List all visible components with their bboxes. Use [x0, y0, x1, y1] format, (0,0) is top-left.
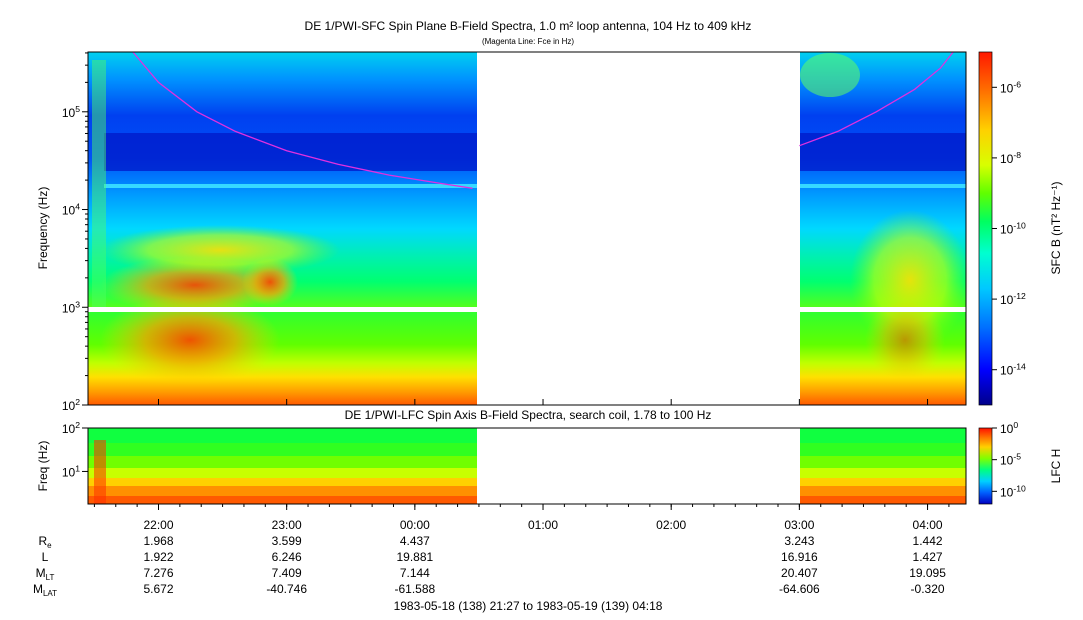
sfc-colorbar-tick-label: 10-12: [1000, 291, 1026, 307]
ephemeris-value: 3.599: [272, 534, 302, 548]
lfc-spectrogram: [87, 427, 967, 505]
sfc-y-tick-label: 104: [62, 202, 80, 218]
x-tick-label: 01:00: [528, 518, 558, 532]
lfc-colorbar-tick-label: 10-5: [1000, 452, 1021, 468]
sfc-y-tick-label: 105: [62, 104, 80, 120]
sfc-warm-region-left: [100, 225, 340, 275]
ephemeris-value: 1.922: [143, 550, 173, 564]
ephemeris-value: 16.916: [781, 550, 818, 564]
ephemeris-row-label: MLT: [36, 566, 55, 582]
ephemeris-value: 1.427: [913, 550, 943, 564]
ephemeris-value: 19.095: [909, 566, 946, 580]
ephemeris-row-label: Re: [38, 534, 52, 550]
x-tick-label: 00:00: [400, 518, 430, 532]
ephemeris-value: 5.672: [143, 582, 173, 596]
x-tick-label: 03:00: [784, 518, 814, 532]
ephemeris-value: 1.968: [143, 534, 173, 548]
ephemeris-value: 3.243: [784, 534, 814, 548]
sfc-y-axis: Frequency (Hz) 102 103 104 105: [36, 52, 88, 413]
sfc-colorbar-label: SFC B (nT² Hz⁻¹): [1049, 182, 1063, 275]
lfc-y-tick-label: 102: [62, 420, 80, 436]
ephemeris-value: -40.746: [266, 582, 307, 596]
sfc-colorbar: 10-6 10-8 10-10 10-12 10-14 SFC B (nT² Hz⁻¹): [978, 51, 1063, 406]
ephemeris-value: -0.320: [911, 582, 945, 596]
ephemeris-value: -64.606: [779, 582, 820, 596]
sfc-colorbar-gradient: [978, 51, 993, 406]
chart-subtitle: (Magenta Line: Fce in Hz): [482, 37, 574, 46]
lfc-colorbar-gradient: [978, 427, 993, 505]
lfc-colorbar-tick-label: 10-10: [1000, 483, 1026, 499]
sfc-colorbar-tick-label: 10-14: [1000, 362, 1026, 378]
lfc-y-tick-label: 101: [62, 463, 80, 479]
ephemeris-row-label: L: [42, 550, 49, 564]
lfc-left-burst: [94, 440, 106, 504]
ephemeris-value: 7.409: [272, 566, 302, 580]
ephemeris-table: Re 1.968 3.599 4.437 3.243 1.442 L 1.922 6.246 19…: [33, 534, 946, 598]
lfc-colorbar-label: LFC H: [1049, 449, 1063, 484]
ephemeris-value: 1.442: [913, 534, 943, 548]
chart-title: DE 1/PWI-SFC Spin Plane B-Field Spectra,…: [305, 19, 752, 33]
sfc-left-burst: [92, 60, 106, 310]
lfc-data-gap: [477, 428, 800, 504]
ephemeris-row-label: MLAT: [33, 582, 57, 598]
sfc-green-plume-right: [800, 53, 860, 97]
ephemeris-value: 20.407: [781, 566, 818, 580]
sfc-y-tick-label: 103: [62, 299, 80, 315]
x-tick-label: 23:00: [272, 518, 302, 532]
x-tick-label: 22:00: [143, 518, 173, 532]
spectrogram-figure: DE 1/PWI-SFC Spin Plane B-Field Spectra,…: [33, 19, 1063, 613]
sfc-y-axis-label: Frequency (Hz): [36, 187, 50, 270]
ephemeris-value: 4.437: [400, 534, 430, 548]
ephemeris-value: 7.144: [400, 566, 430, 580]
lfc-title: DE 1/PWI-LFC Spin Axis B-Field Spectra, …: [345, 408, 712, 422]
lfc-colorbar-tick-label: 100: [1000, 420, 1018, 436]
time-range: 1983-05-18 (138) 21:27 to 1983-05-19 (13…: [394, 599, 663, 613]
sfc-y-tick-label: 102: [62, 397, 80, 413]
sfc-colorbar-tick-label: 10-10: [1000, 221, 1026, 237]
sfc-colorbar-tick-label: 10-6: [1000, 79, 1021, 95]
lfc-y-axis-label: Freq (Hz): [36, 441, 50, 492]
ephemeris-value: 7.276: [143, 566, 173, 580]
x-tick-label: 04:00: [913, 518, 943, 532]
x-tick-label: 02:00: [656, 518, 686, 532]
ephemeris-value: -61.588: [394, 582, 435, 596]
sfc-spectrogram: [87, 51, 970, 406]
sfc-colorbar-tick-label: 10-8: [1000, 150, 1021, 166]
lfc-colorbar: 100 10-5 10-10 LFC H: [978, 420, 1063, 505]
ephemeris-value: 6.246: [272, 550, 302, 564]
sfc-data-gap: [477, 52, 800, 405]
ephemeris-value: 19.881: [396, 550, 433, 564]
lfc-y-axis: Freq (Hz) 101 102: [36, 420, 88, 491]
